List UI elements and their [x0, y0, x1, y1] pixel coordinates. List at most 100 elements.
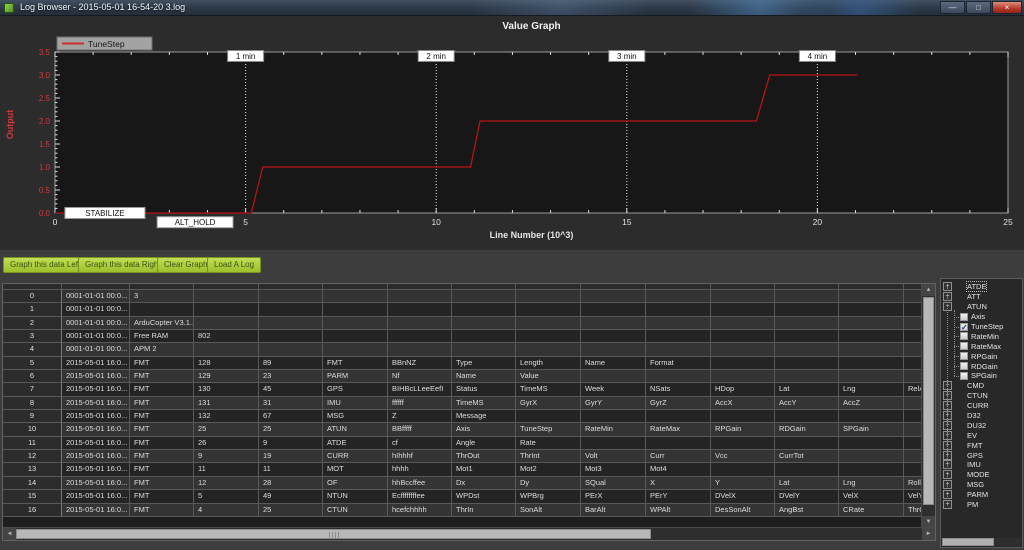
graph-this-data-right-button[interactable]: Graph this data Right	[78, 257, 168, 273]
table-cell[interactable]: 129	[194, 370, 259, 383]
table-cell[interactable]: NSats	[646, 383, 711, 396]
table-cell[interactable]	[194, 303, 259, 316]
table-cell[interactable]	[839, 317, 904, 330]
table-cell[interactable]	[711, 410, 775, 423]
table-cell[interactable]: FMT	[130, 463, 194, 476]
table-cell[interactable]: GyrZ	[646, 397, 711, 410]
table-cell[interactable]: CTUN	[323, 504, 388, 517]
table-cell[interactable]	[194, 290, 259, 303]
table-cell[interactable]: OF	[323, 477, 388, 490]
table-cell[interactable]	[581, 290, 646, 303]
table-cell[interactable]	[516, 410, 581, 423]
table-cell[interactable]	[388, 303, 452, 316]
table-cell[interactable]: 5	[194, 490, 259, 503]
table-cell[interactable]: Rate	[516, 437, 581, 450]
table-cell[interactable]: FMT	[130, 504, 194, 517]
table-cell[interactable]: ffffff	[388, 397, 452, 410]
table-cell[interactable]	[259, 290, 323, 303]
table-cell[interactable]: 802	[194, 330, 259, 343]
table-cell[interactable]	[904, 463, 922, 476]
table-cell[interactable]	[194, 343, 259, 356]
table-cell[interactable]: 11	[194, 463, 259, 476]
table-cell[interactable]: IMU	[323, 397, 388, 410]
row-header-cell[interactable]: 0	[3, 290, 62, 303]
table-cell[interactable]: FMT	[130, 450, 194, 463]
table-cell[interactable]: 49	[259, 490, 323, 503]
table-cell[interactable]: Lng	[839, 477, 904, 490]
table-cell[interactable]: Name	[452, 370, 516, 383]
table-cell[interactable]	[711, 303, 775, 316]
table-cell[interactable]	[904, 410, 922, 423]
table-cell[interactable]: TimeMS	[516, 383, 581, 396]
table-cell[interactable]: 25	[259, 504, 323, 517]
table-cell[interactable]	[775, 370, 839, 383]
row-header-cell[interactable]: 6	[3, 370, 62, 383]
table-cell[interactable]	[775, 410, 839, 423]
table-cell[interactable]: 12	[194, 477, 259, 490]
row-header-cell[interactable]: 4	[3, 343, 62, 356]
table-cell[interactable]: Lat	[775, 383, 839, 396]
table-cell[interactable]	[646, 410, 711, 423]
tree-item-att[interactable]: +ATT	[941, 292, 1022, 302]
table-cell[interactable]: AccZ	[839, 397, 904, 410]
table-cell[interactable]	[839, 437, 904, 450]
table-cell[interactable]	[646, 370, 711, 383]
table-cell[interactable]	[516, 317, 581, 330]
table-cell[interactable]	[259, 330, 323, 343]
table-cell[interactable]: HDop	[711, 383, 775, 396]
table-cell[interactable]: hhhh	[388, 463, 452, 476]
table-cell[interactable]: 0001-01-01 00:0...	[62, 303, 130, 316]
tree-item-atde[interactable]: +ATDE	[941, 282, 1022, 292]
tree-item-msg[interactable]: +MSG	[941, 480, 1022, 490]
table-cell[interactable]: ThrInt	[516, 450, 581, 463]
table-cell[interactable]	[130, 303, 194, 316]
table-cell[interactable]	[581, 410, 646, 423]
table-cell[interactable]	[904, 423, 922, 436]
tree-item-cmd[interactable]: +CMD	[941, 381, 1022, 391]
table-cell[interactable]: Length	[516, 357, 581, 370]
axis-checkbox[interactable]	[960, 313, 968, 321]
row-header-cell[interactable]: 3	[3, 330, 62, 343]
grid-horizontal-scrollbar[interactable]: ◄ ►	[3, 527, 935, 540]
table-cell[interactable]: 2015-05-01 16:0...	[62, 423, 130, 436]
table-cell[interactable]: 131	[194, 397, 259, 410]
table-cell[interactable]: GyrY	[581, 397, 646, 410]
clear-graph-button[interactable]: Clear Graph	[157, 257, 215, 273]
table-cell[interactable]	[904, 397, 922, 410]
table-cell[interactable]: CurrTot	[775, 450, 839, 463]
table-cell[interactable]: Dy	[516, 477, 581, 490]
graph-this-data-left-button[interactable]: Graph this data Left	[3, 257, 87, 273]
table-cell[interactable]	[259, 317, 323, 330]
table-cell[interactable]: 2015-05-01 16:0...	[62, 477, 130, 490]
close-button[interactable]: ×	[992, 1, 1022, 14]
table-cell[interactable]	[775, 317, 839, 330]
table-cell[interactable]: Mot2	[516, 463, 581, 476]
table-cell[interactable]: Y	[711, 477, 775, 490]
tree-item-fmt[interactable]: +FMT	[941, 440, 1022, 450]
tree-item-curr[interactable]: +CURR	[941, 401, 1022, 411]
table-cell[interactable]: GyrX	[516, 397, 581, 410]
tree-item-mode[interactable]: +MODE	[941, 470, 1022, 480]
table-cell[interactable]: 2015-05-01 16:0...	[62, 357, 130, 370]
table-cell[interactable]	[775, 357, 839, 370]
table-cell[interactable]	[711, 290, 775, 303]
table-cell[interactable]: 28	[259, 477, 323, 490]
scroll-up-icon[interactable]: ▲	[922, 284, 935, 296]
horizontal-scroll-thumb[interactable]	[16, 529, 651, 539]
table-cell[interactable]	[711, 437, 775, 450]
table-cell[interactable]: 0001-01-01 00:0...	[62, 343, 130, 356]
table-cell[interactable]: Free RAM	[130, 330, 194, 343]
table-cell[interactable]	[775, 290, 839, 303]
table-cell[interactable]: Name	[581, 357, 646, 370]
table-cell[interactable]: ThrOut	[452, 450, 516, 463]
table-cell[interactable]: GPS	[323, 383, 388, 396]
table-cell[interactable]	[516, 330, 581, 343]
table-cell[interactable]: 89	[259, 357, 323, 370]
table-cell[interactable]: 3	[130, 290, 194, 303]
table-cell[interactable]: MOT	[323, 463, 388, 476]
table-cell[interactable]: WPDst	[452, 490, 516, 503]
table-cell[interactable]	[711, 357, 775, 370]
table-cell[interactable]: FMT	[130, 397, 194, 410]
tree-item-ev[interactable]: +EV	[941, 430, 1022, 440]
table-cell[interactable]: RPGain	[711, 423, 775, 436]
